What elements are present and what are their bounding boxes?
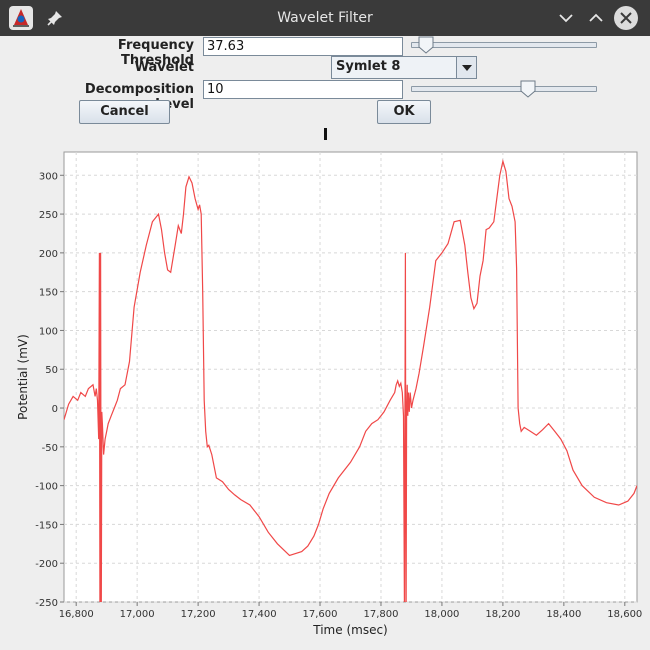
x-tick-label: 17,800 bbox=[363, 609, 398, 620]
x-tick-label: 17,000 bbox=[120, 609, 155, 620]
y-tick-label: -150 bbox=[35, 520, 58, 531]
wavelet-filter-window: Wavelet Filter Frequency Threshold 37.63… bbox=[0, 0, 650, 650]
slider-thumb[interactable] bbox=[418, 36, 434, 54]
slider-thumb[interactable] bbox=[520, 80, 536, 98]
x-tick-label: 16,800 bbox=[59, 609, 94, 620]
y-tick-label: -100 bbox=[35, 482, 58, 493]
title-bar[interactable]: Wavelet Filter bbox=[0, 0, 650, 36]
signal-chart[interactable]: 300 250 200 150 100 50 0 -50 -100 -150 -200 -25016,… bbox=[0, 144, 650, 650]
cancel-button[interactable]: Cancel bbox=[79, 100, 170, 124]
y-tick-label: 250 bbox=[39, 210, 58, 221]
text-cursor bbox=[324, 128, 327, 140]
wavelet-label: Wavelet bbox=[134, 60, 194, 75]
x-tick-label: 17,400 bbox=[242, 609, 277, 620]
y-tick-label: -250 bbox=[35, 598, 58, 609]
maximize-icon[interactable] bbox=[586, 8, 606, 28]
x-tick-label: 18,600 bbox=[607, 609, 642, 620]
y-tick-label: -50 bbox=[42, 443, 58, 454]
wavelet-select[interactable]: Symlet 8 bbox=[331, 56, 477, 79]
window-title: Wavelet Filter bbox=[277, 10, 373, 26]
y-tick-label: 100 bbox=[39, 326, 58, 337]
y-tick-label: 200 bbox=[39, 249, 58, 260]
wavelet-selected-value: Symlet 8 bbox=[336, 59, 401, 74]
y-tick-label: 300 bbox=[39, 171, 58, 182]
ok-button[interactable]: OK bbox=[377, 100, 431, 124]
slider-track bbox=[411, 86, 597, 92]
frequency-threshold-field[interactable]: 37.63 bbox=[203, 37, 403, 56]
minimize-icon[interactable] bbox=[556, 8, 576, 28]
frequency-threshold-slider[interactable] bbox=[411, 36, 597, 56]
y-tick-label: -200 bbox=[35, 559, 58, 570]
y-tick-label: 50 bbox=[45, 365, 58, 376]
x-tick-label: 18,400 bbox=[546, 609, 581, 620]
decomposition-level-field[interactable]: 10 bbox=[203, 80, 403, 99]
y-tick-label: 150 bbox=[39, 288, 58, 299]
slider-track bbox=[411, 42, 597, 48]
x-axis-label: Time (msec) bbox=[312, 623, 387, 637]
x-tick-label: 18,200 bbox=[485, 609, 520, 620]
close-icon[interactable] bbox=[614, 6, 638, 30]
x-tick-label: 17,200 bbox=[181, 609, 216, 620]
decomposition-level-slider[interactable] bbox=[411, 80, 597, 100]
x-tick-label: 18,000 bbox=[424, 609, 459, 620]
chevron-down-icon[interactable] bbox=[456, 57, 476, 78]
y-axis-label: Potential (mV) bbox=[16, 334, 30, 420]
y-tick-label: 0 bbox=[52, 404, 58, 415]
x-tick-label: 17,600 bbox=[303, 609, 338, 620]
plot-area[interactable] bbox=[63, 151, 638, 603]
